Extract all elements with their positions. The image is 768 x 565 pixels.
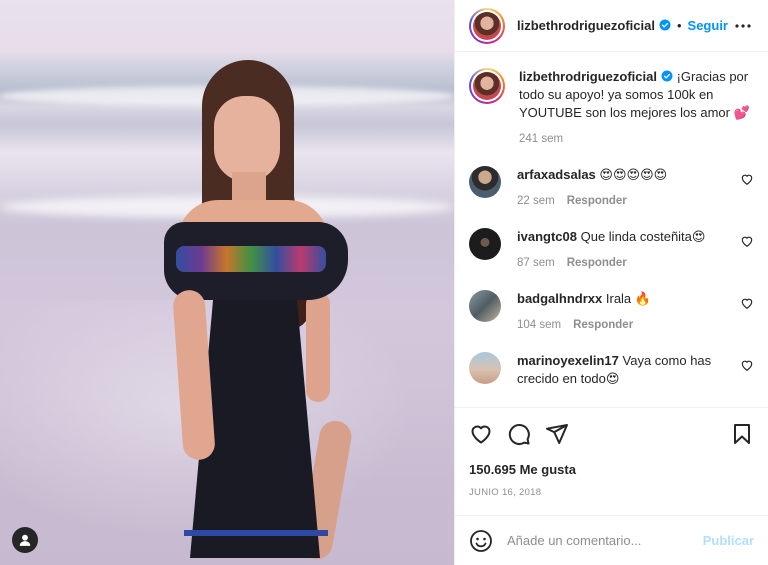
- publish-button[interactable]: Publicar: [703, 533, 754, 548]
- user-tag-button[interactable]: [12, 527, 38, 553]
- post-caption: lizbethrodriguezoficial ¡Gracias por tod…: [469, 68, 754, 148]
- heart-small-icon[interactable]: [740, 172, 754, 186]
- heart-small-icon[interactable]: [740, 358, 754, 372]
- share-icon[interactable]: [545, 422, 569, 446]
- author-username[interactable]: lizbethrodriguezoficial: [517, 18, 671, 33]
- post-photo[interactable]: [0, 0, 454, 565]
- emoji-icon[interactable]: [469, 529, 493, 553]
- reply-button[interactable]: Responder: [567, 257, 627, 269]
- comment-username[interactable]: badgalhndrxx: [517, 291, 602, 306]
- comment-item: badgalhndrxx Irala 🔥 104 sem Responder: [469, 290, 754, 334]
- caption-time[interactable]: 241 sem: [519, 133, 563, 145]
- commenter-avatar[interactable]: [469, 228, 501, 260]
- comment-input[interactable]: Añade un comentario...: [507, 533, 703, 548]
- comment-time[interactable]: 104 sem: [517, 319, 561, 331]
- post-window: lizbethrodriguezoficial • Seguir lizbeth…: [0, 0, 768, 565]
- reply-button[interactable]: Responder: [573, 319, 633, 331]
- comment-text: 😍😍😍😍😍: [599, 167, 668, 182]
- post-date[interactable]: JUNIO 16, 2018: [469, 487, 754, 498]
- comments-list[interactable]: lizbethrodriguezoficial ¡Gracias por tod…: [455, 52, 768, 407]
- like-count[interactable]: 150.695 Me gusta: [469, 462, 754, 477]
- author-avatar[interactable]: [469, 68, 505, 104]
- comment-username[interactable]: arfaxadsalas: [517, 167, 596, 182]
- more-options-button[interactable]: [732, 16, 754, 36]
- post-actions: 150.695 Me gusta JUNIO 16, 2018: [455, 407, 768, 515]
- comment-text: Que linda costeñita😍: [580, 229, 706, 244]
- commenter-avatar[interactable]: [469, 352, 501, 384]
- more-options-icon: [735, 23, 751, 28]
- comment-text: Irala 🔥: [605, 291, 651, 306]
- author-avatar[interactable]: [469, 7, 505, 44]
- post-header: lizbethrodriguezoficial • Seguir: [455, 0, 768, 52]
- heart-small-icon[interactable]: [740, 234, 754, 248]
- comment-time[interactable]: 22 sem: [517, 195, 555, 207]
- post-side-panel: lizbethrodriguezoficial • Seguir lizbeth…: [454, 0, 768, 565]
- verified-badge-icon: [659, 19, 671, 31]
- comment-composer: Añade un comentario... Publicar: [455, 515, 768, 565]
- heart-small-icon[interactable]: [740, 296, 754, 310]
- follow-button[interactable]: Seguir: [688, 18, 728, 33]
- separator-dot: •: [676, 18, 682, 33]
- commenter-avatar[interactable]: [469, 290, 501, 322]
- comment-item: marinoyexelin17 Vaya como has crecido en…: [469, 352, 754, 388]
- verified-badge-icon: [661, 70, 673, 82]
- like-icon[interactable]: [469, 422, 493, 446]
- comment-time[interactable]: 87 sem: [517, 257, 555, 269]
- photo-subject: [160, 60, 370, 565]
- comment-item: ivangtc08 Que linda costeñita😍 87 sem Res…: [469, 228, 754, 272]
- caption-username[interactable]: lizbethrodriguezoficial: [519, 69, 673, 84]
- comment-icon[interactable]: [507, 422, 531, 446]
- reply-button[interactable]: Responder: [567, 195, 627, 207]
- user-tag-icon: [19, 534, 31, 546]
- comment-username[interactable]: marinoyexelin17: [517, 353, 619, 368]
- save-icon[interactable]: [730, 422, 754, 446]
- commenter-avatar[interactable]: [469, 166, 501, 198]
- comment-username[interactable]: ivangtc08: [517, 229, 577, 244]
- comment-item: arfaxadsalas 😍😍😍😍😍 22 sem Responder: [469, 166, 754, 210]
